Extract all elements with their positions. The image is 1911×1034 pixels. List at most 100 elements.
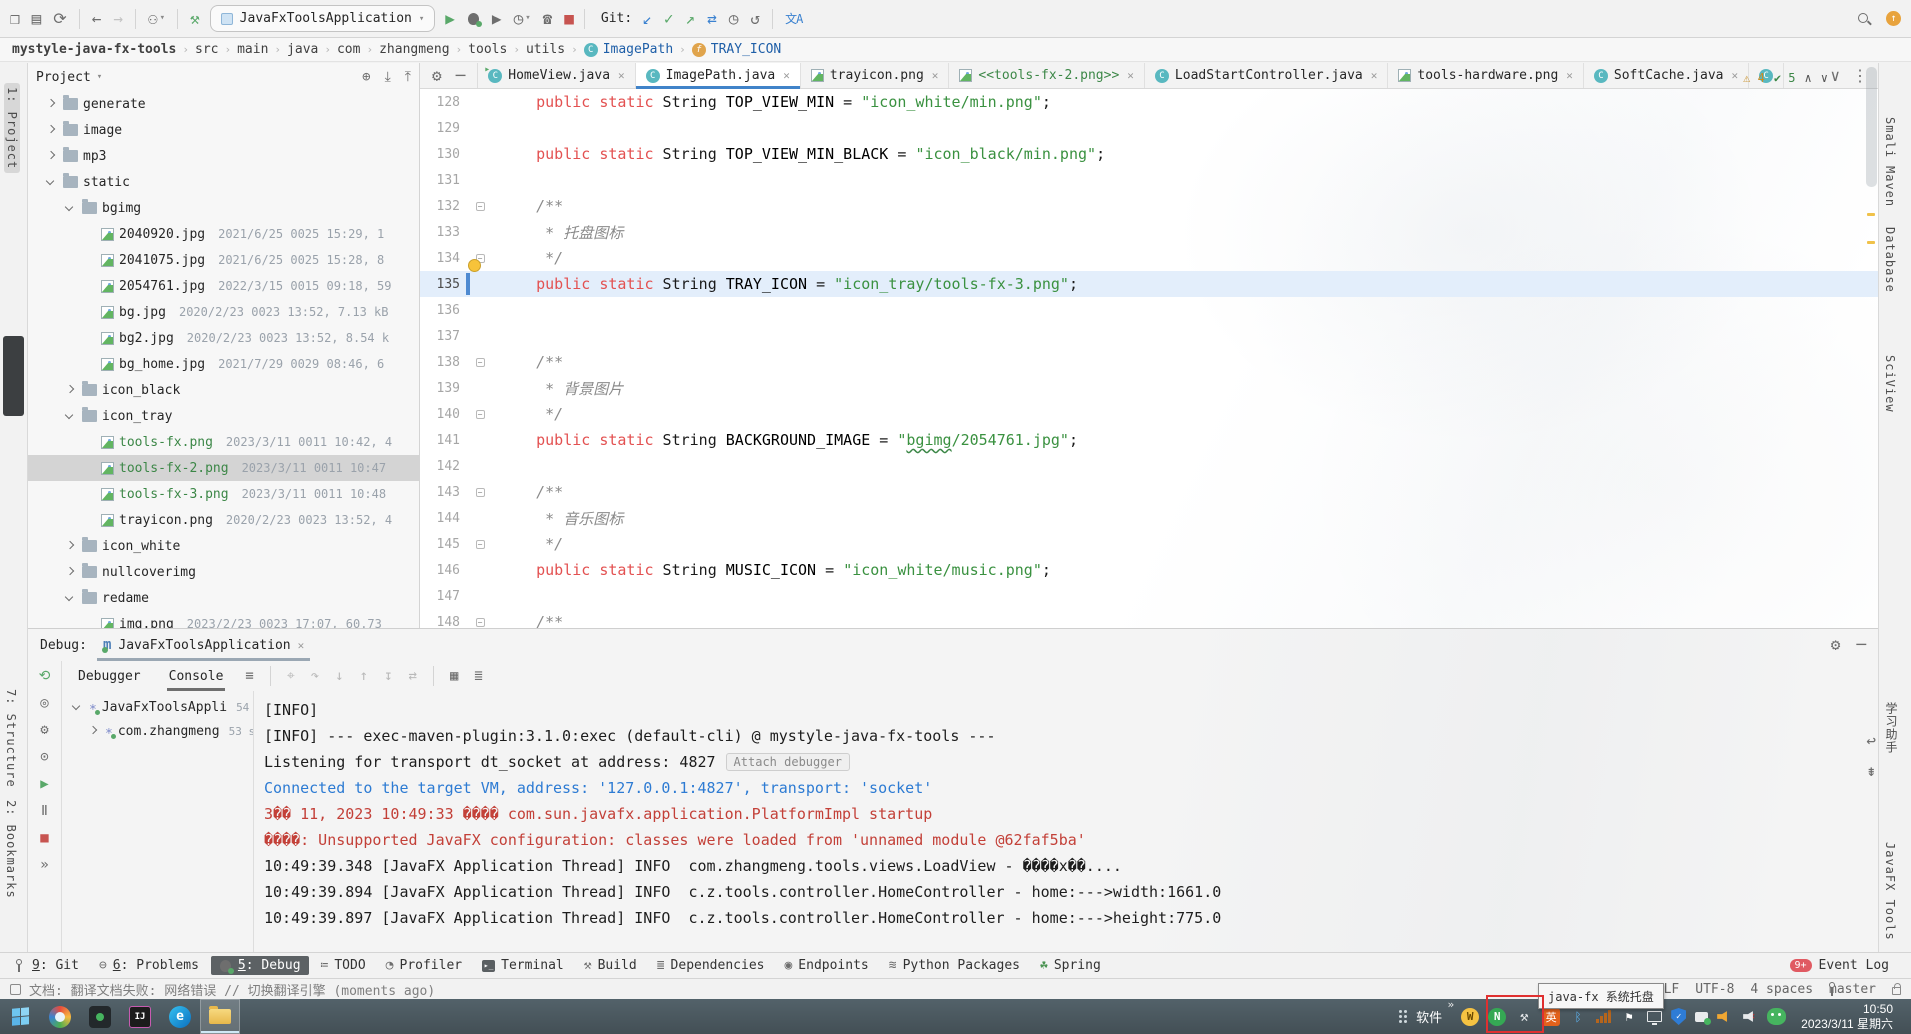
thread-dump-icon[interactable]: ◎ (40, 696, 48, 710)
sidebar-tab-dark[interactable] (3, 336, 24, 416)
tree-row[interactable]: img.png2023/2/23 0023 17:07, 60.73 (28, 611, 419, 628)
tree-row[interactable]: bg.jpg2020/2/23 0023 13:52, 7.13 kB (28, 299, 419, 325)
git-update-icon[interactable]: ↙ (642, 11, 652, 27)
next-problem-icon[interactable]: ∨ (1821, 71, 1828, 85)
lock-icon[interactable] (1892, 987, 1901, 995)
close-icon[interactable]: ✕ (1371, 69, 1378, 82)
locate-file-icon[interactable]: ⊕ (362, 70, 370, 84)
git-merge-icon[interactable]: ⇄ (707, 11, 717, 27)
tree-row[interactable]: image (28, 117, 419, 143)
close-icon[interactable]: ✕ (618, 69, 625, 82)
taskbar-app-dark[interactable] (80, 999, 120, 1034)
tree-row[interactable]: bg_home.jpg2021/7/29 0029 08:46, 6 (28, 351, 419, 377)
sidebar-tab-smali[interactable]: Smali (1883, 117, 1897, 158)
scrollbar-thumb[interactable] (1866, 67, 1877, 187)
force-step-into-icon[interactable]: ↧ (384, 669, 392, 683)
tray-icon-signal[interactable] (1596, 1010, 1611, 1023)
code-line[interactable]: 145− */ (420, 531, 1878, 557)
fold-icon[interactable]: − (476, 358, 485, 367)
save-all-icon[interactable]: ▤ (32, 11, 42, 27)
hide-panel-icon[interactable]: ─ (1856, 637, 1866, 653)
close-icon[interactable]: ✕ (783, 69, 790, 82)
tab-console[interactable]: Console (163, 666, 230, 687)
show-execution-point-icon[interactable]: ⌖ (287, 669, 295, 683)
collapse-all-icon[interactable]: ⤒ (405, 70, 411, 84)
stop-icon[interactable]: ■ (564, 11, 574, 27)
status-message[interactable]: 文档: 翻译文档失败: 网络错误 // 切换翻译引擎 (moments ago) (29, 980, 435, 999)
more-icon[interactable]: » (40, 858, 48, 872)
tree-row[interactable]: tools-fx.png2023/3/11 0011 10:42, 4 (28, 429, 419, 455)
close-icon[interactable]: ✕ (1127, 69, 1134, 82)
tree-row[interactable]: bg2.jpg2020/2/23 0023 13:52, 8.54 k (28, 325, 419, 351)
debug-settings-icon[interactable]: ⚙ (40, 723, 48, 737)
tray-icon-bluetooth[interactable]: ᛒ (1569, 1008, 1587, 1026)
code-line[interactable]: 138− /** (420, 349, 1878, 375)
stop-icon[interactable]: ■ (40, 831, 48, 845)
hide-panel-icon[interactable]: ─ (456, 68, 466, 84)
evaluate-expression-icon[interactable]: ▦ (450, 669, 458, 683)
editor-tab[interactable]: <<tools-fx-2.png>>✕ (949, 63, 1145, 88)
chevron-right-icon[interactable] (63, 565, 77, 579)
translate-icon[interactable]: 文A (785, 13, 802, 25)
tray-icon-flag[interactable]: ⚑ (1620, 1008, 1638, 1026)
chevron-down-icon[interactable] (63, 409, 77, 423)
rerun-icon[interactable]: ⟲ (39, 669, 51, 683)
chevron-right-icon[interactable] (63, 383, 77, 397)
code-editor[interactable]: 128 public static String TOP_VIEW_MIN = … (420, 89, 1878, 628)
code-line[interactable]: 144 * 音乐图标 (420, 505, 1878, 531)
code-line[interactable]: 131 (420, 167, 1878, 193)
code-line[interactable]: 147 (420, 583, 1878, 609)
code-line[interactable]: 129 (420, 115, 1878, 141)
tree-row[interactable]: trayicon.png2020/2/23 0023 13:52, 4 (28, 507, 419, 533)
settings-icon[interactable]: ⚙ (432, 68, 442, 84)
tray-icon-wechat[interactable] (1767, 1008, 1786, 1025)
tray-icon-usb[interactable] (1695, 1012, 1708, 1022)
breadcrumb-item[interactable]: zhangmeng (379, 42, 449, 57)
tree-row[interactable]: 2054761.jpg2022/3/15 0015 09:18, 59 (28, 273, 419, 299)
code-line[interactable]: 132− /** (420, 193, 1878, 219)
tray-icon-volume[interactable] (1717, 1011, 1731, 1023)
breadcrumb-item[interactable]: tools (468, 42, 507, 57)
git-commit-icon[interactable]: ✓ (664, 11, 674, 27)
tray-icon-volume-muted[interactable]: ✕ (1740, 1008, 1758, 1026)
run-icon[interactable]: ▶ (445, 11, 455, 27)
close-icon[interactable]: ✕ (932, 69, 939, 82)
code-line[interactable]: 143− /** (420, 479, 1878, 505)
debug-session-tab[interactable]: m JavaFxToolsApplication ✕ (97, 629, 310, 661)
fold-icon[interactable]: − (476, 202, 485, 211)
open-project-icon[interactable]: ❒ (10, 11, 20, 27)
code-line[interactable]: 128 public static String TOP_VIEW_MIN = … (420, 89, 1878, 115)
tree-row[interactable]: generate (28, 91, 419, 117)
taskbar-app-explorer[interactable] (200, 999, 240, 1034)
fold-icon[interactable]: − (476, 488, 485, 497)
tree-row[interactable]: 2040920.jpg2021/6/25 0025 15:29, 1 (28, 221, 419, 247)
code-line[interactable]: 134− */ (420, 245, 1878, 271)
status-widget-4-spaces[interactable]: 4 spaces (1750, 982, 1813, 997)
run-to-cursor-icon[interactable]: ⇄ (409, 669, 417, 683)
tray-icon-w[interactable]: W (1461, 1008, 1479, 1026)
debugger-tree-row[interactable]: ∗com.zhangmeng53 sec (62, 719, 253, 743)
breadcrumb-item[interactable]: main (237, 42, 268, 57)
menu-icon[interactable]: ≡ (245, 669, 253, 683)
taskbar-app-idea[interactable]: IJ (120, 999, 160, 1034)
breadcrumb-item[interactable]: CImagePath (584, 42, 673, 57)
settings-icon[interactable]: ⚙ (1831, 637, 1841, 653)
tab-debugger[interactable]: Debugger (72, 666, 147, 687)
soft-wrap-icon[interactable]: ↩ (1866, 733, 1876, 749)
sidebar-tab-学习助手[interactable]: 学习助手 (1883, 702, 1900, 754)
chevron-right-icon[interactable] (44, 97, 58, 111)
toolwindow-button-problems[interactable]: ⊖6: Problems (91, 956, 207, 975)
sidebar-tab-database[interactable]: Database (1883, 227, 1897, 293)
sidebar-tab-bookmarks[interactable]: 2: Bookmarks (4, 800, 18, 899)
toolwindow-button-terminal[interactable]: ▸_Terminal (474, 956, 572, 975)
code-line[interactable]: 136 (420, 297, 1878, 323)
chevron-down-icon[interactable] (63, 591, 77, 605)
code-line[interactable]: 142 (420, 453, 1878, 479)
sidebar-tab-maven[interactable]: Maven (1883, 166, 1897, 207)
project-panel-title[interactable]: Project (36, 70, 91, 85)
tray-icon-network[interactable] (1647, 1011, 1662, 1022)
debugger-tree-row[interactable]: ∗JavaFxToolsAppli54 sec (62, 695, 253, 719)
prev-problem-icon[interactable]: ∧ (1805, 71, 1812, 85)
git-push-icon[interactable]: ↗ (686, 11, 696, 27)
taskbar-app-browser[interactable] (40, 999, 80, 1034)
